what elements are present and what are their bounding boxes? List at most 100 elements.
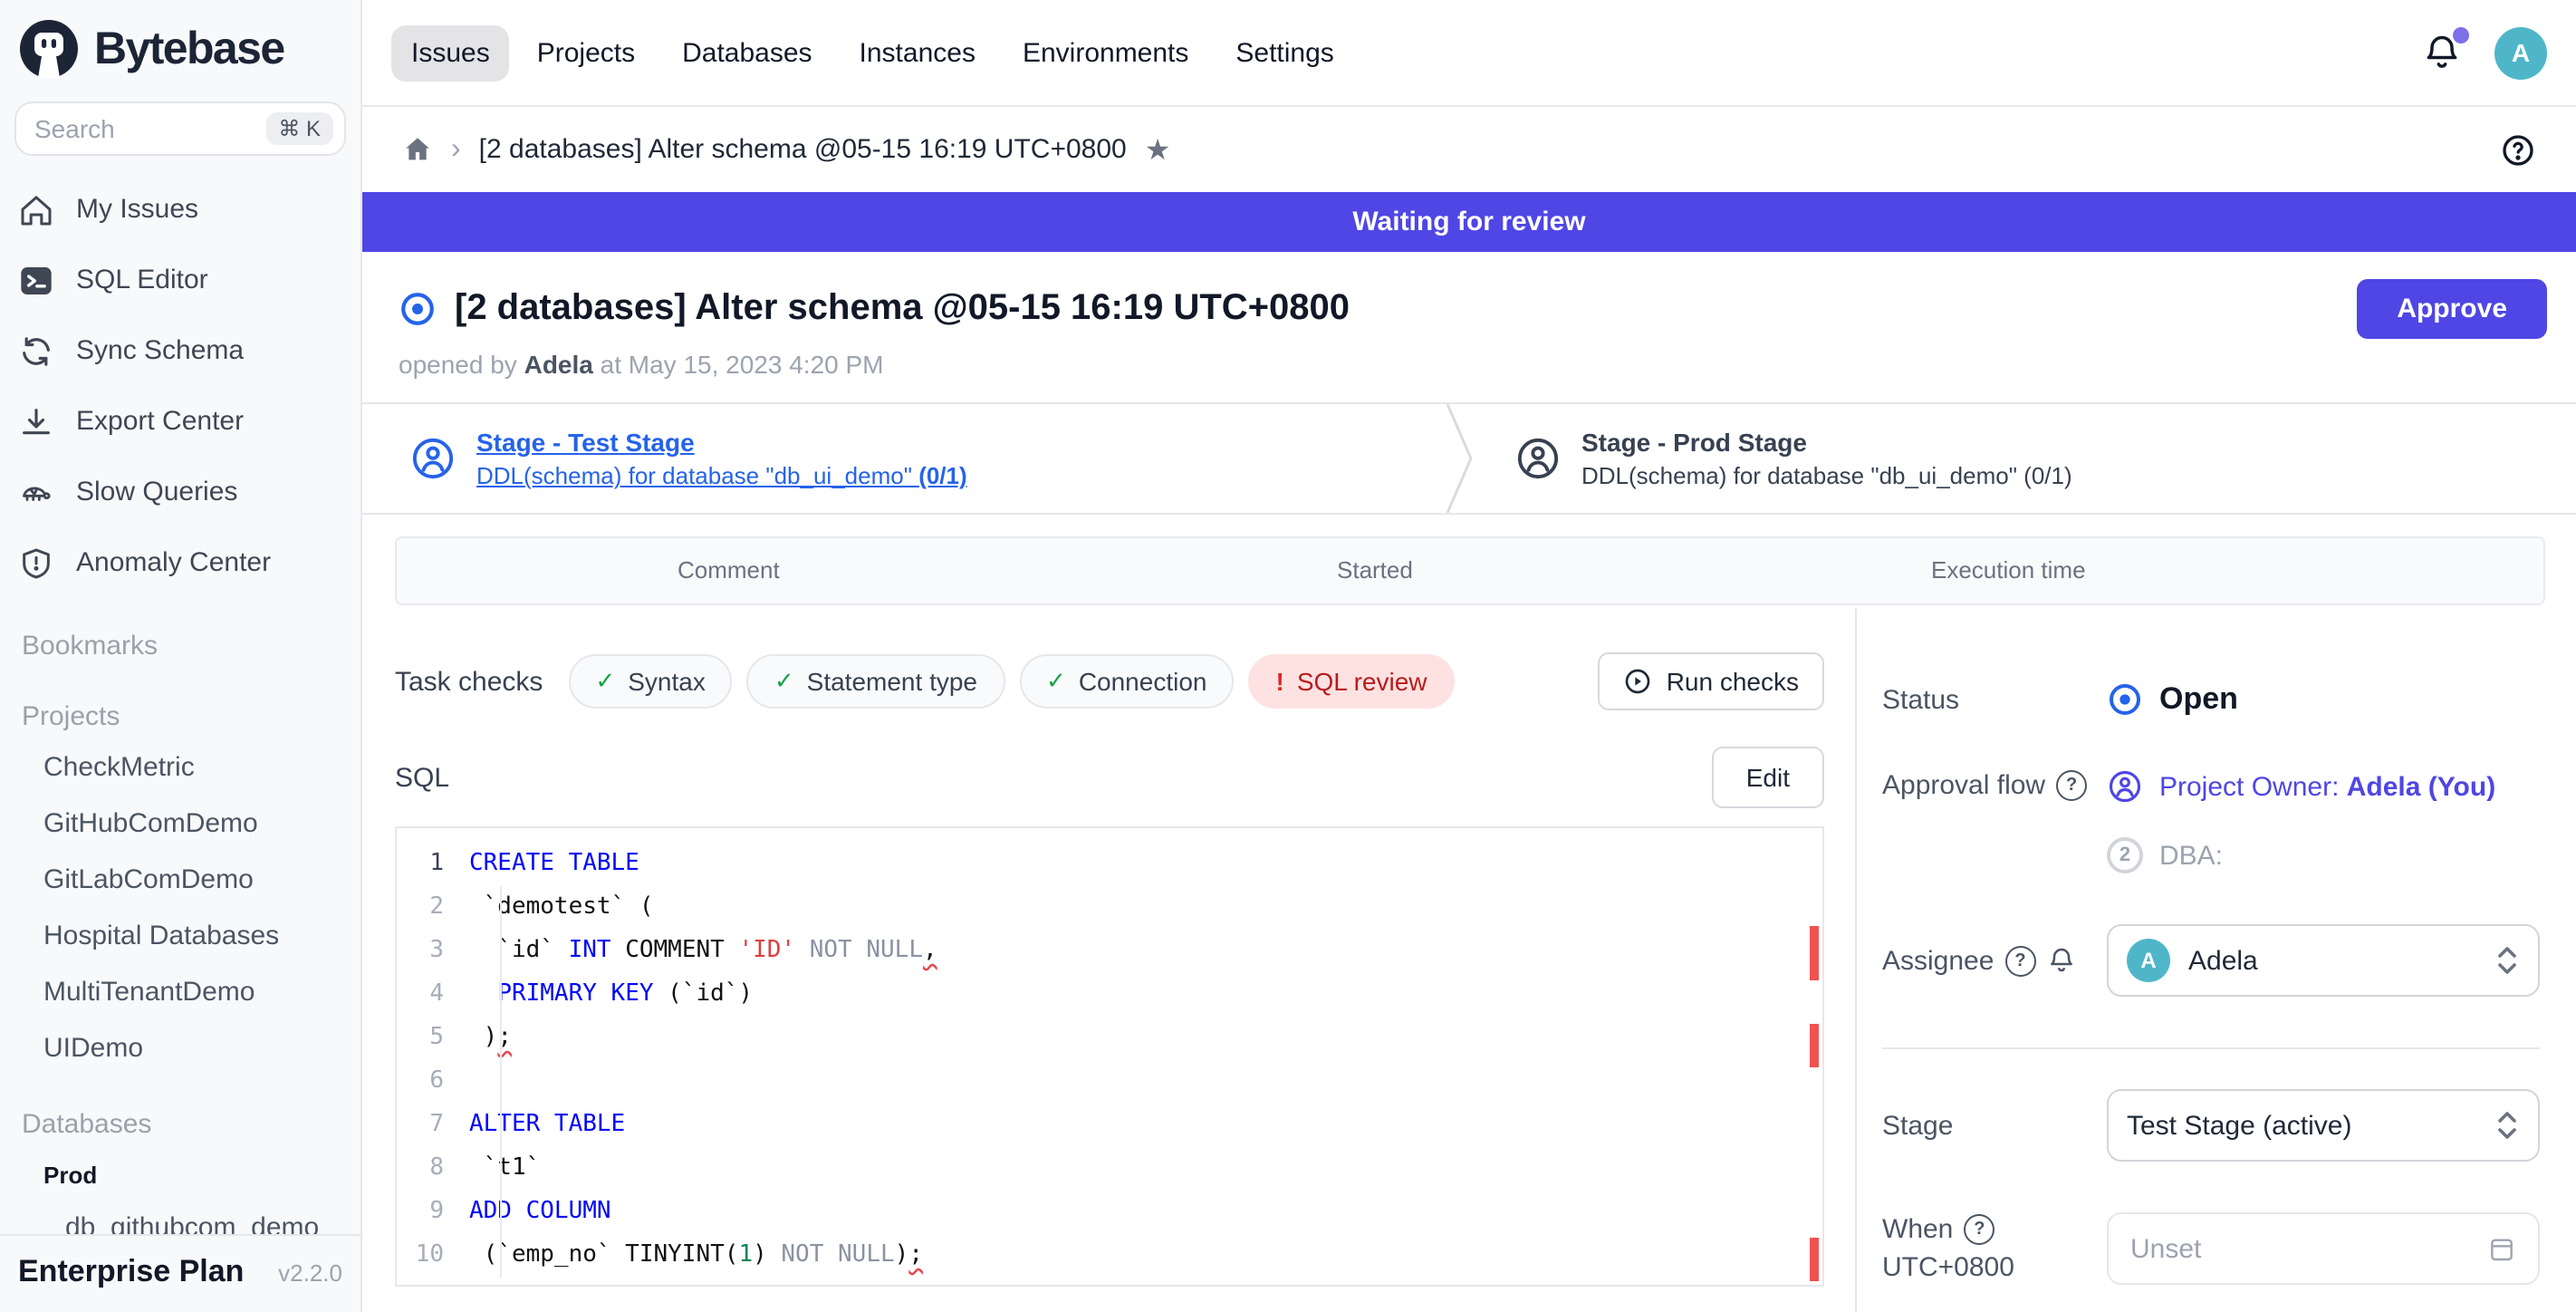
select-chevrons-icon bbox=[2494, 944, 2520, 977]
run-checks-label: Run checks bbox=[1667, 667, 1799, 696]
stage-label: Stage bbox=[1882, 1110, 2107, 1141]
check-label: Connection bbox=[1079, 667, 1207, 696]
code-line[interactable]: 9ADD COLUMN bbox=[397, 1191, 1822, 1234]
search-placeholder: Search bbox=[34, 114, 265, 143]
code-line[interactable]: 8 `t1` bbox=[397, 1147, 1822, 1191]
code-line[interactable]: 7ALTER TABLE bbox=[397, 1104, 1822, 1147]
status-row: Status Open bbox=[1882, 681, 2540, 718]
check-pill-syntax[interactable]: ✓Syntax bbox=[568, 654, 732, 709]
top-tabs: Issues Projects Databases Instances Envi… bbox=[391, 24, 1354, 81]
sidebar-item-sync-schema[interactable]: Sync Schema bbox=[0, 315, 360, 386]
bookmark-star-icon[interactable]: ★ bbox=[1145, 131, 1171, 168]
approval-step-1[interactable]: Project Owner: Adela (You) bbox=[2107, 768, 2495, 805]
tab-projects[interactable]: Projects bbox=[517, 24, 655, 81]
code-line[interactable]: 1CREATE TABLE bbox=[397, 843, 1822, 886]
sidebar-item-my-issues[interactable]: My Issues bbox=[0, 174, 360, 245]
sidebar-item-anomaly-center[interactable]: Anomaly Center bbox=[0, 527, 360, 598]
user-avatar[interactable]: A bbox=[2494, 26, 2547, 79]
tab-issues[interactable]: Issues bbox=[391, 24, 510, 81]
sidebar-project-item[interactable]: CheckMetric bbox=[0, 739, 360, 796]
stage-name-link[interactable]: Stage - Test Stage bbox=[476, 428, 967, 457]
sidebar-project-item[interactable]: Hospital Databases bbox=[0, 908, 360, 964]
sidebar-item-export-center[interactable]: Export Center bbox=[0, 386, 360, 457]
assignee-select[interactable]: A Adela bbox=[2107, 924, 2540, 997]
error-marker bbox=[1810, 1024, 1819, 1067]
sidebar-section-projects: Projects bbox=[0, 669, 360, 739]
sidebar-item-sql-editor[interactable]: SQL Editor bbox=[0, 245, 360, 315]
check-label: SQL review bbox=[1297, 667, 1427, 696]
code-line[interactable]: 10 (`emp_no` TINYINT(1) NOT NULL); bbox=[397, 1234, 1822, 1278]
when-row: When ? UTC+0800 Unset bbox=[1882, 1212, 2540, 1285]
opened-at: May 15, 2023 4:20 PM bbox=[629, 350, 884, 379]
code-text: ); bbox=[469, 1017, 512, 1060]
code-text: `demotest` ( bbox=[469, 886, 654, 930]
check-pill-statement-type[interactable]: ✓Statement type bbox=[747, 654, 1004, 709]
subscribe-bell-icon[interactable] bbox=[2046, 946, 2075, 975]
check-pill-sql-review[interactable]: !SQL review bbox=[1248, 654, 1454, 709]
terminal-icon bbox=[18, 262, 54, 298]
approval-role: Project Owner: bbox=[2159, 771, 2339, 802]
stage-select[interactable]: Test Stage (active) bbox=[2107, 1089, 2540, 1162]
open-status-icon bbox=[2107, 681, 2143, 718]
issue-content: [2 databases] Alter schema @05-15 16:19 … bbox=[362, 252, 2576, 1312]
line-number: 5 bbox=[397, 1017, 469, 1060]
sidebar-project-item[interactable]: GitLabComDemo bbox=[0, 852, 360, 908]
line-number: 9 bbox=[397, 1191, 469, 1234]
help-circle-icon[interactable]: ? bbox=[2056, 770, 2087, 801]
approval-step-2: 2 DBA: bbox=[2107, 837, 2495, 873]
column-header-started: Started bbox=[1337, 556, 1413, 584]
when-datetime-input[interactable]: Unset bbox=[2107, 1212, 2540, 1285]
assignee-value: Adela bbox=[2188, 945, 2476, 976]
task-table-header: Comment Started Execution time bbox=[395, 536, 2545, 605]
breadcrumb-home-icon[interactable] bbox=[402, 134, 433, 165]
approve-button[interactable]: Approve bbox=[2357, 279, 2547, 339]
search-input[interactable]: Search ⌘ K bbox=[14, 101, 346, 156]
run-checks-button[interactable]: Run checks bbox=[1598, 652, 1824, 710]
version-label: v2.2.0 bbox=[278, 1259, 342, 1287]
line-number: 2 bbox=[397, 886, 469, 930]
stage-prod-stage[interactable]: Stage - Prod Stage DDL(schema) for datab… bbox=[1514, 404, 2072, 513]
column-header-execution-time: Execution time bbox=[1931, 556, 2086, 584]
sql-editor[interactable]: 1CREATE TABLE2 `demotest` (3 `id` INT CO… bbox=[395, 826, 1824, 1287]
code-text: ALTER TABLE bbox=[469, 1104, 625, 1147]
check-pill-connection[interactable]: ✓Connection bbox=[1019, 654, 1234, 709]
stage-test-stage[interactable]: Stage - Test Stage DDL(schema) for datab… bbox=[409, 404, 967, 513]
sql-section-label: SQL bbox=[395, 762, 449, 793]
tab-environments[interactable]: Environments bbox=[1003, 24, 1208, 81]
sidebar-item-label: My Issues bbox=[76, 194, 198, 225]
turtle-icon bbox=[18, 474, 54, 510]
code-line[interactable]: 5 ); bbox=[397, 1017, 1822, 1060]
assignee-row: Assignee ? A Adela bbox=[1882, 924, 2540, 997]
stage-pipeline: Stage - Test Stage DDL(schema) for datab… bbox=[362, 402, 2576, 515]
tab-databases[interactable]: Databases bbox=[662, 24, 831, 81]
help-icon[interactable] bbox=[2500, 131, 2536, 168]
shield-alert-icon bbox=[18, 545, 54, 581]
check-label: Statement type bbox=[807, 667, 977, 696]
sidebar-project-item[interactable]: UIDemo bbox=[0, 1020, 360, 1076]
brand-logo[interactable]: Bytebase bbox=[0, 0, 360, 87]
notification-bell-icon[interactable] bbox=[2422, 33, 2462, 72]
column-header-comment: Comment bbox=[678, 556, 780, 584]
breadcrumb-chevron-icon: › bbox=[451, 133, 461, 166]
sidebar-item-label: SQL Editor bbox=[76, 265, 208, 295]
code-text: CREATE TABLE bbox=[469, 843, 639, 886]
tab-instances[interactable]: Instances bbox=[840, 24, 995, 81]
stage-task-link[interactable]: DDL(schema) for database "db_ui_demo" (0… bbox=[476, 462, 967, 489]
sidebar-project-item[interactable]: MultiTenantDemo bbox=[0, 964, 360, 1020]
sidebar-item-slow-queries[interactable]: Slow Queries bbox=[0, 457, 360, 527]
sql-pane: Task checks ✓Syntax ✓Statement type ✓Con… bbox=[362, 609, 1855, 1312]
edit-sql-button[interactable]: Edit bbox=[1712, 747, 1824, 808]
help-circle-icon[interactable]: ? bbox=[1964, 1214, 1994, 1245]
sidebar-project-item[interactable]: GitHubComDemo bbox=[0, 796, 360, 852]
code-line[interactable]: 4 PRIMARY KEY (`id`) bbox=[397, 973, 1822, 1017]
code-line[interactable]: 3 `id` INT COMMENT 'ID' NOT NULL, bbox=[397, 930, 1822, 973]
help-circle-icon[interactable]: ? bbox=[2004, 945, 2035, 976]
code-line[interactable]: 6 bbox=[397, 1060, 1822, 1104]
status-banner: Waiting for review bbox=[362, 192, 2576, 252]
breadcrumb-title[interactable]: [2 databases] Alter schema @05-15 16:19 … bbox=[479, 134, 1127, 165]
code-line[interactable]: 2 `demotest` ( bbox=[397, 886, 1822, 930]
tab-settings[interactable]: Settings bbox=[1216, 24, 1353, 81]
line-number: 8 bbox=[397, 1147, 469, 1191]
notification-dot bbox=[2453, 27, 2469, 43]
sidebar: Bytebase Search ⌘ K My Issues SQL Editor… bbox=[0, 0, 362, 1312]
